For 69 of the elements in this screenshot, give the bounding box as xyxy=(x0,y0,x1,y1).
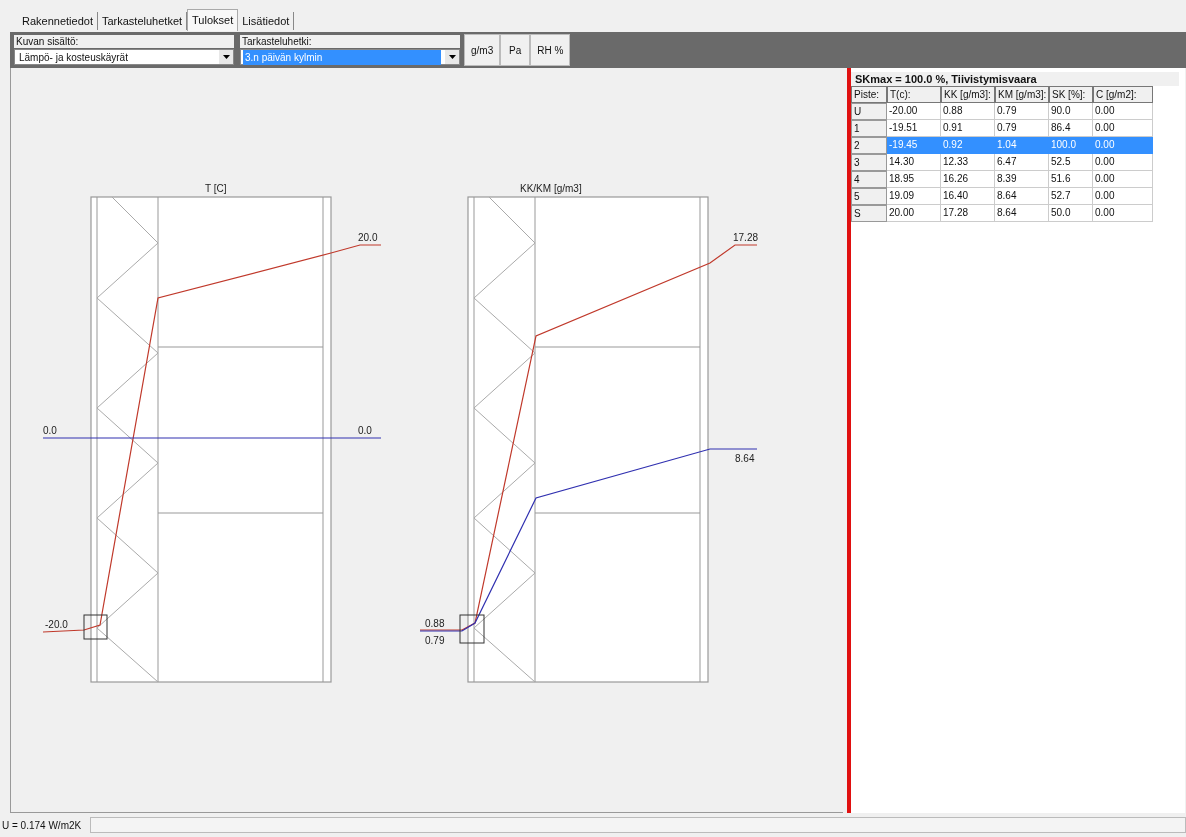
table-cell: 0.79 xyxy=(995,103,1049,120)
table-cell: 52.5 xyxy=(1049,154,1093,171)
table-cell: 51.6 xyxy=(1049,171,1093,188)
unit-button[interactable]: RH % xyxy=(530,34,571,66)
field-label: Tarkasteluhetki: xyxy=(240,35,460,48)
value-label: 0.0 xyxy=(43,425,57,436)
table-cell: 90.0 xyxy=(1049,103,1093,120)
value-label: 0.79 xyxy=(425,635,445,646)
marker-square xyxy=(83,614,108,640)
table-cell: 17.28 xyxy=(941,205,995,222)
unit-button[interactable]: g/m3 xyxy=(464,34,501,66)
table-cell: 8.64 xyxy=(995,188,1049,205)
row-header[interactable]: 2 xyxy=(851,137,887,154)
status-text: U = 0.174 W/m2K xyxy=(2,818,83,833)
tab[interactable]: Lisätiedot xyxy=(238,12,295,30)
chart-title: T [C] xyxy=(205,183,227,194)
value-label: 8.64 xyxy=(735,453,755,464)
column-header[interactable]: Piste: xyxy=(851,86,887,103)
row-header[interactable]: 4 xyxy=(851,171,887,188)
value-label: 17.28 xyxy=(733,232,759,243)
table-cell: 0.00 xyxy=(1093,154,1153,171)
table-cell: 16.40 xyxy=(941,188,995,205)
column-header[interactable]: T(c): xyxy=(887,86,941,103)
table-cell: 0.92 xyxy=(941,137,995,154)
table-cell: 52.7 xyxy=(1049,188,1093,205)
field-label: Kuvan sisältö: xyxy=(14,35,234,48)
table-cell: 0.00 xyxy=(1093,205,1153,222)
table-cell: 0.88 xyxy=(941,103,995,120)
row-header[interactable]: 3 xyxy=(851,154,887,171)
column-header[interactable]: C [g/m2]: xyxy=(1093,86,1153,103)
table-cell: 18.95 xyxy=(887,171,941,188)
row-header[interactable]: 5 xyxy=(851,188,887,205)
column-header[interactable]: SK [%]: xyxy=(1049,86,1093,103)
table-cell: 8.39 xyxy=(995,171,1049,188)
value-label: 0.0 xyxy=(358,425,372,436)
table-cell: 14.30 xyxy=(887,154,941,171)
table-cell: 8.64 xyxy=(995,205,1049,222)
table-cell: 0.00 xyxy=(1093,103,1153,120)
table-cell: 0.00 xyxy=(1093,188,1153,205)
chart-title: KK/KM [g/m3] xyxy=(520,183,582,194)
row-header[interactable]: 1 xyxy=(851,120,887,137)
marker-square xyxy=(459,614,485,644)
table-cell: 6.47 xyxy=(995,154,1049,171)
column-header[interactable]: KK [g/m3]: xyxy=(941,86,995,103)
table-cell: 50.0 xyxy=(1049,205,1093,222)
table-cell: 20.00 xyxy=(887,205,941,222)
table-cell: -20.00 xyxy=(887,103,941,120)
tab[interactable]: Rakennetiedot xyxy=(18,12,98,30)
table-cell: 19.09 xyxy=(887,188,941,205)
table-cell: 0.00 xyxy=(1093,171,1153,188)
splitter-bar[interactable] xyxy=(847,68,851,813)
column-header[interactable]: KM [g/m3]: xyxy=(995,86,1049,103)
caret-icon xyxy=(219,50,233,64)
dropdown[interactable]: Lämpö- ja kosteuskäyrät xyxy=(14,49,234,65)
table-title: SKmax = 100.0 %, Tiivistymisvaara xyxy=(851,72,1179,86)
value-label: -20.0 xyxy=(45,619,68,630)
table-cell: 16.26 xyxy=(941,171,995,188)
table-cell: 12.33 xyxy=(941,154,995,171)
table-cell: 1.04 xyxy=(995,137,1049,154)
row-header[interactable]: S xyxy=(851,205,887,222)
unit-button[interactable]: Pa xyxy=(500,34,531,66)
value-label: 0.88 xyxy=(425,618,445,629)
value-label: 20.0 xyxy=(358,232,378,243)
table-cell: 0.00 xyxy=(1093,137,1153,154)
table-cell: 100.0 xyxy=(1049,137,1093,154)
table-cell: -19.45 xyxy=(887,137,941,154)
tab[interactable]: Tulokset xyxy=(187,9,239,31)
caret-icon xyxy=(445,50,459,64)
row-header[interactable]: U xyxy=(851,103,887,120)
